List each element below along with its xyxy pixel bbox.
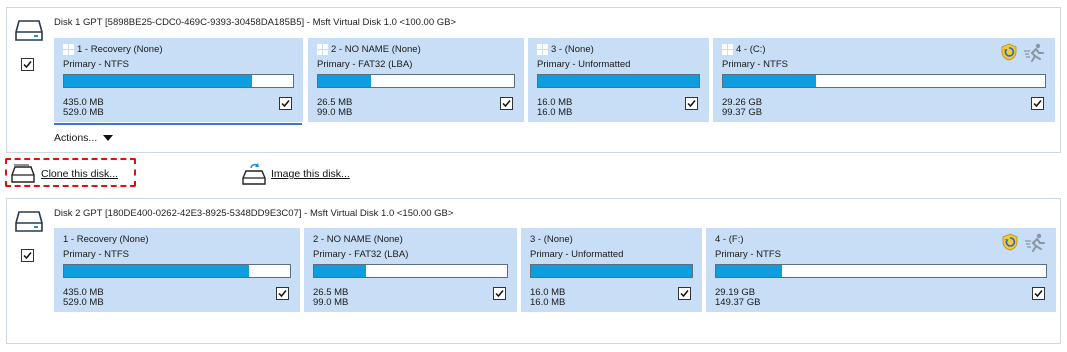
partition-type: Primary - FAT32 (LBA) [317,59,413,70]
windows-logo-icon [722,44,734,56]
usage-bar-fill [314,265,367,277]
usage-bar-fill [538,75,699,87]
clone-disk-link[interactable]: Clone this disk... [41,168,118,180]
usage-bar [530,264,693,278]
partition-type: Primary - NTFS [63,249,129,260]
partition-4[interactable]: 4 - (F:) Primary - NTFS 29.19 GB 149.37 GB [706,228,1056,312]
partition-total: 16.0 MB [530,297,566,308]
partition-checkbox[interactable] [500,97,513,110]
usage-bar [715,264,1047,278]
partition-checkbox[interactable] [276,287,289,300]
partition-name: 3 - (None) [530,234,573,245]
partition-checkbox[interactable] [685,97,698,110]
disk-2-title: Disk 2 GPT [180DE400-0262-42E3-8925-5348… [54,208,454,219]
usage-bar-fill [716,265,782,277]
checkmark-icon [687,100,696,108]
partition-checkbox[interactable] [1031,97,1044,110]
partition-3[interactable]: 3 - (None) Primary - Unformatted 16.0 MB 16… [528,38,709,122]
windows-logo-icon [317,44,329,56]
usage-bar-fill [64,75,252,87]
checkmark-icon [23,252,32,260]
running-man-icon [1025,233,1045,252]
checkmark-icon [278,290,287,298]
partition-type: Primary - NTFS [722,59,788,70]
shield-sync-icon [1002,233,1018,251]
hard-disk-icon [15,20,43,41]
partition-name: 2 - NO NAME (None) [331,44,421,55]
usage-bar-fill [531,265,692,277]
partition-2[interactable]: 2 - NO NAME (None) Primary - FAT32 (LBA) 2… [304,228,517,312]
partition-type: Primary - Unformatted [537,59,631,70]
usage-bar-fill [723,75,817,87]
partition-name: 3 - (None) [551,44,594,55]
checkmark-icon [23,61,32,69]
disk-1-title: Disk 1 GPT [5898BE25-CDC0-469C-9393-3045… [54,17,457,28]
partition-checkbox[interactable] [1032,287,1045,300]
partition-checkbox[interactable] [279,97,292,110]
shield-sync-icon [1001,43,1017,61]
partition-type: Primary - NTFS [63,59,129,70]
usage-bar-fill [318,75,371,87]
partition-1[interactable]: 1 - Recovery (None) Primary - NTFS 435.0 M… [54,228,300,312]
partition-name: 4 - (C:) [736,44,766,55]
partition-name: 1 - Recovery (None) [63,234,149,245]
partition-total: 99.0 MB [313,297,349,308]
partition-name: 1 - Recovery (None) [77,44,163,55]
image-disk-icon [242,163,266,185]
partition-total: 99.37 GB [722,107,763,118]
partition-4[interactable]: 4 - (C:) Primary - NTFS 29.26 GB 99.37 GB [713,38,1055,122]
partition-total: 16.0 MB [537,107,573,118]
checkmark-icon [281,100,290,108]
partition-total: 99.0 MB [317,107,353,118]
checkmark-icon [1034,290,1043,298]
partition-total: 529.0 MB [63,297,104,308]
actions-label: Actions... [54,132,98,144]
usage-bar [317,74,515,88]
partition-type: Primary - Unformatted [530,249,624,260]
partition-type: Primary - FAT32 (LBA) [313,249,409,260]
checkmark-icon [495,290,504,298]
partition-type: Primary - NTFS [715,249,781,260]
disk-1-panel: Disk 1 GPT [5898BE25-CDC0-469C-9393-3045… [6,7,1061,153]
usage-bar-fill [64,265,250,277]
image-disk-link[interactable]: Image this disk... [271,168,350,180]
usage-bar [313,264,508,278]
partition-3[interactable]: 3 - (None) Primary - Unformatted 16.0 MB 16… [521,228,702,312]
usage-bar [537,74,700,88]
clone-disk-icon [11,164,35,183]
partition-name: 4 - (F:) [715,234,744,245]
actions-dropdown[interactable]: Actions... [54,132,114,144]
disk-2-panel: Disk 2 GPT [180DE400-0262-42E3-8925-5348… [6,198,1061,344]
partition-1[interactable]: 1 - Recovery (None) Primary - NTFS 435.0 M… [54,38,303,122]
partition-checkbox[interactable] [678,287,691,300]
partition-name: 2 - NO NAME (None) [313,234,403,245]
partition-checkbox[interactable] [493,287,506,300]
checkmark-icon [680,290,689,298]
hard-disk-icon [15,211,43,232]
checkmark-icon [502,100,511,108]
checkmark-icon [1033,100,1042,108]
chevron-down-icon [103,135,114,142]
partition-total: 149.37 GB [715,297,761,308]
usage-bar [722,74,1046,88]
selected-partition-indicator [54,123,302,125]
usage-bar [63,74,294,88]
windows-logo-icon [537,44,549,56]
partition-total: 529.0 MB [63,107,104,118]
running-man-icon [1024,43,1044,62]
disk-1-checkbox[interactable] [21,58,34,71]
partition-2[interactable]: 2 - NO NAME (None) Primary - FAT32 (LBA) 2… [308,38,524,122]
windows-logo-icon [63,44,75,56]
disk-2-checkbox[interactable] [21,249,34,262]
usage-bar [63,264,291,278]
